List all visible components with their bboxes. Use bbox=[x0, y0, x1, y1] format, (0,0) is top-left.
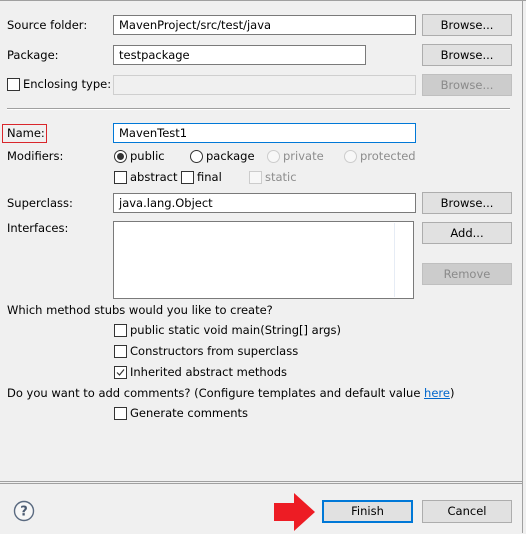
main-method-checkbox[interactable] bbox=[114, 324, 127, 337]
name-input[interactable]: MavenTest1 bbox=[113, 123, 416, 143]
main-method-label: public static void main(String[] args) bbox=[130, 323, 341, 337]
comments-question-text: Do you want to add comments? (Configure … bbox=[7, 386, 425, 400]
package-radio[interactable] bbox=[190, 150, 203, 163]
help-button[interactable]: ? bbox=[13, 500, 35, 522]
package-browse-button[interactable]: Browse... bbox=[422, 44, 512, 66]
superclass-label: Superclass: bbox=[7, 196, 73, 210]
constructors-checkbox[interactable] bbox=[114, 345, 127, 358]
enclosing-type-input bbox=[113, 75, 416, 95]
final-label: final bbox=[197, 170, 222, 184]
private-radio bbox=[267, 150, 280, 163]
generate-comments-label: Generate comments bbox=[130, 406, 248, 420]
protected-radio bbox=[344, 150, 357, 163]
checkmark-icon bbox=[116, 369, 125, 376]
top-border bbox=[0, 0, 526, 1]
footer-separator bbox=[0, 481, 522, 482]
protected-label: protected bbox=[360, 149, 416, 163]
package-input[interactable]: testpackage bbox=[113, 45, 366, 65]
static-checkbox bbox=[249, 171, 262, 184]
cancel-button[interactable]: Cancel bbox=[422, 500, 512, 523]
configure-templates-link[interactable]: here bbox=[424, 386, 450, 400]
inherited-abstract-checkbox[interactable] bbox=[114, 366, 127, 379]
modifiers-label: Modifiers: bbox=[7, 149, 64, 163]
remove-interface-button: Remove bbox=[422, 263, 512, 285]
abstract-checkbox[interactable] bbox=[114, 171, 127, 184]
static-label: static bbox=[265, 170, 297, 184]
package-modifier-label: package bbox=[206, 149, 255, 163]
finish-button[interactable]: Finish bbox=[322, 500, 413, 523]
public-radio[interactable] bbox=[114, 150, 127, 163]
package-label: Package: bbox=[7, 48, 59, 62]
public-label: public bbox=[130, 149, 165, 163]
enclosing-type-browse-button: Browse... bbox=[422, 74, 512, 96]
arrow-right-icon bbox=[274, 493, 315, 531]
source-folder-browse-button[interactable]: Browse... bbox=[422, 14, 512, 36]
red-arrow-annotation bbox=[274, 493, 316, 531]
svg-text:?: ? bbox=[20, 505, 28, 520]
private-label: private bbox=[283, 149, 324, 163]
comments-question-suffix: ) bbox=[449, 386, 455, 400]
superclass-input[interactable]: java.lang.Object bbox=[113, 193, 416, 213]
source-folder-input[interactable]: MavenProject/src/test/java bbox=[113, 15, 416, 35]
generate-comments-checkbox[interactable] bbox=[114, 407, 127, 420]
comments-question: Do you want to add comments? (Configure … bbox=[7, 385, 454, 401]
interfaces-list-scrollbar-edge bbox=[394, 223, 395, 297]
interfaces-list[interactable] bbox=[113, 221, 414, 299]
abstract-label: abstract bbox=[130, 170, 178, 184]
source-folder-label: Source folder: bbox=[7, 18, 88, 32]
constructors-label: Constructors from superclass bbox=[130, 344, 299, 358]
footer-separator-2 bbox=[0, 483, 522, 484]
final-checkbox[interactable] bbox=[181, 171, 194, 184]
inherited-abstract-label: Inherited abstract methods bbox=[130, 365, 288, 379]
help-icon: ? bbox=[13, 500, 35, 522]
enclosing-type-label: Enclosing type: bbox=[23, 77, 112, 91]
superclass-browse-button[interactable]: Browse... bbox=[422, 192, 512, 214]
add-interface-button[interactable]: Add... bbox=[422, 222, 512, 244]
section-separator bbox=[7, 108, 510, 110]
name-label: Name: bbox=[7, 126, 45, 140]
interfaces-label: Interfaces: bbox=[7, 221, 69, 235]
right-border bbox=[522, 0, 523, 533]
method-stubs-question: Which method stubs would you like to cre… bbox=[7, 303, 273, 317]
enclosing-type-checkbox[interactable] bbox=[7, 78, 20, 91]
